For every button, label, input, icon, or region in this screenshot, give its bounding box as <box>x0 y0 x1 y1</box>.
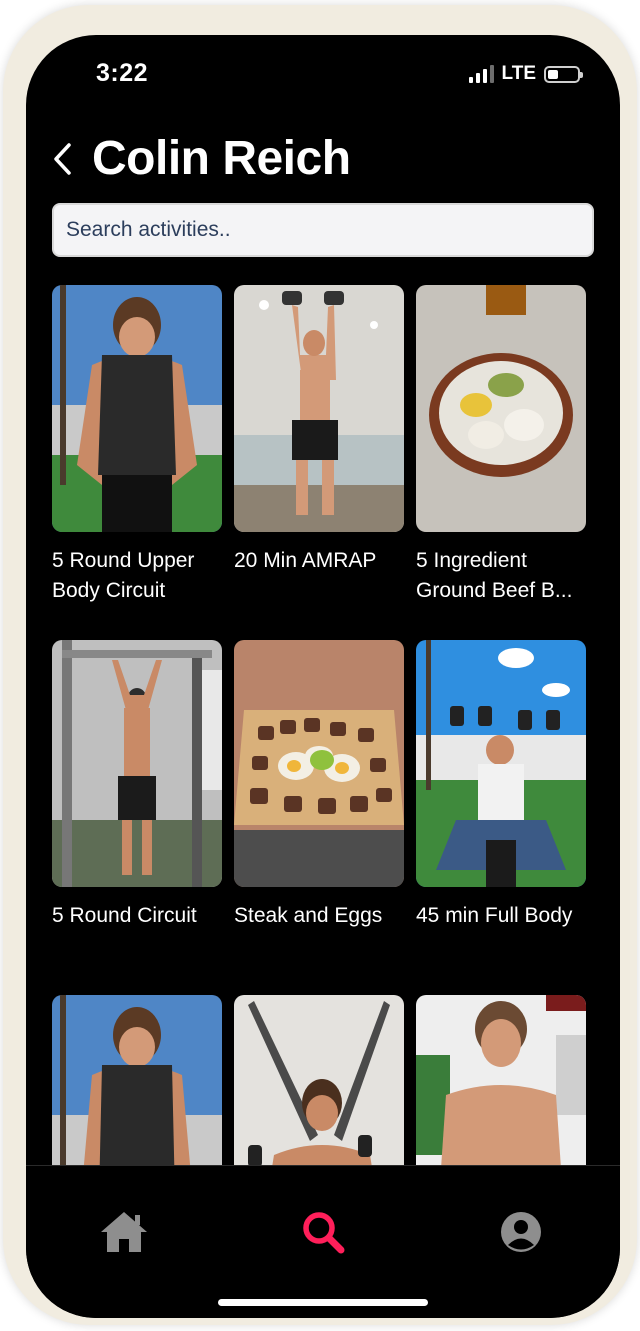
bottom-nav <box>26 1165 620 1318</box>
search-input[interactable]: Search activities.. <box>52 203 594 257</box>
home-icon <box>101 1212 147 1252</box>
profile-icon <box>501 1212 541 1252</box>
nav-search-button[interactable] <box>293 1202 353 1262</box>
status-indicators: LTE <box>468 63 583 85</box>
activity-thumbnail <box>416 640 586 887</box>
activity-card[interactable]: 5 Round Circuit <box>52 640 222 931</box>
activity-card[interactable]: 5 Ingredient Ground Beef B... <box>416 285 586 606</box>
status-time: 3:22 <box>96 59 149 87</box>
signal-icon <box>468 65 494 83</box>
activity-title: 5 Round Circuit <box>52 904 197 927</box>
activity-card[interactable]: 20 Min AMRAP <box>234 285 404 576</box>
nav-home-button[interactable] <box>94 1202 154 1262</box>
activity-card[interactable]: 5 Round Upper Body Circuit <box>52 285 222 606</box>
activity-thumbnail <box>234 640 404 887</box>
network-label: LTE <box>501 63 536 84</box>
search-icon <box>303 1212 345 1254</box>
activity-thumbnail <box>416 285 586 532</box>
activity-thumbnail <box>52 640 222 887</box>
activity-title: 5 Ingredient Ground Beef B... <box>416 549 573 602</box>
home-indicator[interactable] <box>218 1299 428 1306</box>
chevron-left-icon <box>54 143 71 175</box>
activity-thumbnail <box>234 285 404 532</box>
page-title: Colin Reich <box>92 132 351 185</box>
back-button[interactable] <box>48 139 78 179</box>
phone-frame: 3:22 LTE Colin Reich Search activities.. <box>3 5 637 1325</box>
activity-thumbnail <box>52 285 222 532</box>
nav-profile-button[interactable] <box>491 1202 551 1262</box>
activity-title: 20 Min AMRAP <box>234 549 377 572</box>
activity-card[interactable]: 45 min Full Body <box>416 640 586 931</box>
activity-card[interactable]: Steak and Eggs <box>234 640 404 931</box>
activity-title: Steak and Eggs <box>234 904 383 927</box>
battery-icon <box>544 65 583 83</box>
activity-title: 45 min Full Body <box>416 904 573 927</box>
activity-title: 5 Round Upper Body Circuit <box>52 549 195 602</box>
app-screen: 3:22 LTE Colin Reich Search activities.. <box>26 35 620 1318</box>
